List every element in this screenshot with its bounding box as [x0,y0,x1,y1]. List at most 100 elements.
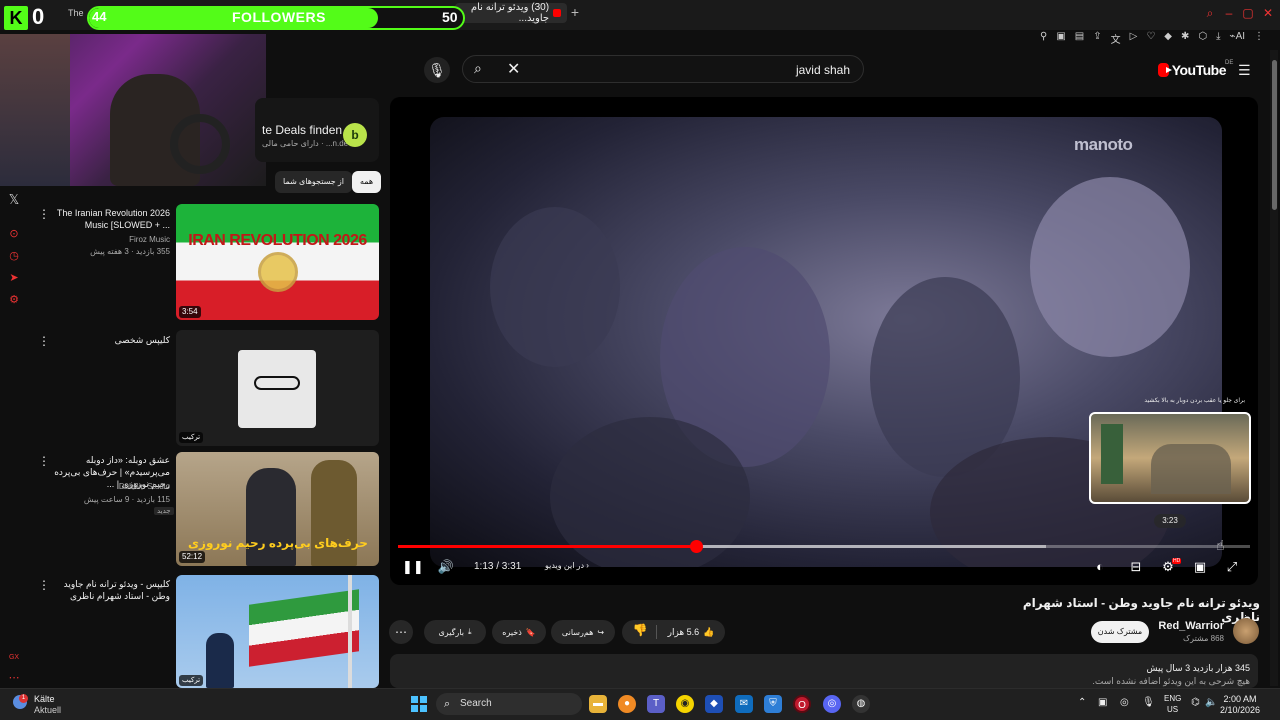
screenshot-icon[interactable]: ▣ [1056,31,1065,47]
related-menu-icon[interactable]: ⋮ [38,578,50,592]
pin-icon[interactable]: ⚲ [1040,31,1047,47]
reader-icon[interactable]: ▤ [1075,31,1084,47]
obs-icon[interactable]: ◍ [852,695,870,713]
fullscreen-button[interactable]: ⤢ [1224,559,1240,575]
related-channel[interactable]: DubBin Studio [52,481,170,492]
chip-from-searches[interactable]: از جستجوهای شما [275,171,353,193]
related-meta: 115 بازدید · 9 ساعت پیش [83,495,170,504]
related-thumbnail[interactable]: IRAN REVOLUTION 2026 3:54 [176,204,379,320]
captions-button[interactable]: ⊟ [1128,559,1144,575]
defender-icon[interactable]: ⛨ [764,695,782,713]
more-actions-button[interactable]: ⋯ [389,620,413,644]
related-menu-icon[interactable]: ⋮ [38,207,50,221]
search-icon[interactable]: ⌕ [474,60,494,78]
search-icon[interactable]: ⌕ [1203,6,1217,20]
shield-icon[interactable]: ◆ [1164,31,1172,47]
clock-time[interactable]: 2:00 AM [1210,694,1270,704]
mail-icon[interactable]: ✉ [735,695,753,713]
weather-temperature[interactable]: Kälte [34,694,55,704]
tray-app-icon[interactable]: ▣ [1098,697,1107,708]
related-title[interactable]: کلیپس شخصی [52,334,170,346]
volume-button[interactable]: 🔊 [437,559,455,575]
voice-search-button[interactable]: 🎙 [424,57,450,83]
chapter-label: در این ویدیو [545,561,585,570]
maximize-icon[interactable]: ▢ [1241,6,1255,20]
game-app-icon[interactable]: ● [618,695,636,713]
gx-icon[interactable]: GX [6,650,22,666]
related-menu-icon[interactable]: ⋮ [38,454,50,468]
clock-icon[interactable]: ◷ [6,248,22,264]
heart-icon[interactable]: ♡ [1146,31,1155,47]
taskbar-search[interactable] [436,693,582,715]
language-code[interactable]: ENG [1164,694,1181,703]
follower-current: 44 [92,9,107,24]
related-channel[interactable]: Firoz Music [52,234,170,245]
cube-icon[interactable]: ⬡ [1198,31,1207,47]
tray-expand-icon[interactable]: ⌃ [1078,697,1086,708]
ad-logo-icon: b [343,123,367,147]
related-thumbnail[interactable]: ترکیب [176,575,379,688]
chip-all[interactable]: همه [352,171,382,193]
channel-avatar[interactable] [1233,618,1259,644]
like-button[interactable]: 👍 5.6 هزار [658,620,724,644]
related-title[interactable]: کلیپس - ویدئو ترانه نام جاوید وطن - استا… [52,578,170,602]
youtube-country-code: DE [1225,60,1234,66]
download-icon[interactable]: ⤓ [1216,31,1220,47]
save-button[interactable]: 🔖 ذخیره [492,620,546,644]
preview-flag [1101,424,1123,484]
play-icon[interactable]: ▷ [1130,31,1138,47]
opera-gx-icon[interactable]: O [793,695,811,713]
chapter-button[interactable]: در این ویدیو › [545,561,589,570]
related-thumbnail[interactable]: ترکیب [176,330,379,446]
tab-partial-title[interactable]: The [68,8,84,18]
network-icon[interactable]: ⌬ [1191,697,1200,708]
related-thumbnail[interactable]: حرف‌های بی‌پرده رحیم نوروزی 52:12 [176,452,379,566]
file-explorer-icon[interactable]: ▬ [589,695,607,713]
keyboard-region[interactable]: US [1167,705,1178,714]
circle-icon[interactable]: ⊙ [6,226,22,242]
blue-app-icon[interactable]: ◆ [705,695,723,713]
thumbnail-text: IRAN REVOLUTION 2026 [188,232,367,249]
settings-icon[interactable]: ⚙ [6,292,22,308]
channel-name[interactable]: Red_Warrior [1140,620,1224,632]
ai-icon[interactable]: ⌁AI [1230,31,1245,47]
translate-icon[interactable]: 文 [1111,31,1121,47]
windows-start-icon[interactable] [411,696,427,712]
youtube-logo[interactable]: YouTube [1158,61,1227,79]
warrior-figure [311,460,357,566]
teams-icon[interactable]: T [647,695,665,713]
pause-button[interactable]: ❚❚ [402,559,424,575]
viewer-count: 0 [32,4,45,29]
scrollbar-thumb[interactable] [1272,60,1277,210]
download-button[interactable]: ⤓ بارگیری [424,620,486,644]
tab-active[interactable]: (30) ویدئو ترانه نام جاوید... [455,2,567,24]
search-input[interactable]: javid shah [700,63,850,77]
tray-discord-icon[interactable]: ◎ [1120,697,1129,708]
related-menu-icon[interactable]: ⋮ [38,334,50,348]
thumbs-up-icon: 👍 [703,626,715,637]
new-tab-button[interactable]: + [568,4,582,20]
progress-knob[interactable] [690,540,703,553]
miniplayer-button[interactable]: ▣ [1192,559,1208,575]
discord-icon[interactable]: ◎ [823,695,841,713]
autoplay-toggle[interactable]: ◐ [1092,559,1108,575]
share-icon[interactable]: ⇪ [1093,31,1101,47]
yellow-app-icon[interactable]: ◉ [676,695,694,713]
clock-date[interactable]: 2/10/2026 [1210,705,1270,715]
search-icon: ⌕ [444,698,451,710]
clear-search-icon[interactable]: ✕ [507,59,523,78]
rail-more-icon[interactable]: ⋯ [6,670,22,686]
related-title[interactable]: The Iranian Revolution 2026 Music [SLOWE… [52,207,170,231]
more-icon[interactable]: ⋮ [1254,31,1264,47]
send-icon[interactable]: ➤ [6,270,22,286]
subscribe-button[interactable]: مشترک شدن [1091,621,1149,643]
extensions-icon[interactable]: ✱ [1181,31,1189,47]
microphone-icon[interactable]: 🎙 [1142,697,1155,708]
x-icon[interactable]: 𝕏 [6,192,22,208]
minimize-icon[interactable]: – [1222,6,1236,20]
download-icon: ⤓ [467,627,472,636]
dislike-button[interactable]: 👎 [629,623,651,641]
share-button[interactable]: ↪ هم‌رسانی [551,620,615,644]
hamburger-menu-icon[interactable]: ☰ [1238,62,1254,78]
close-icon[interactable]: ✕ [1261,6,1275,20]
